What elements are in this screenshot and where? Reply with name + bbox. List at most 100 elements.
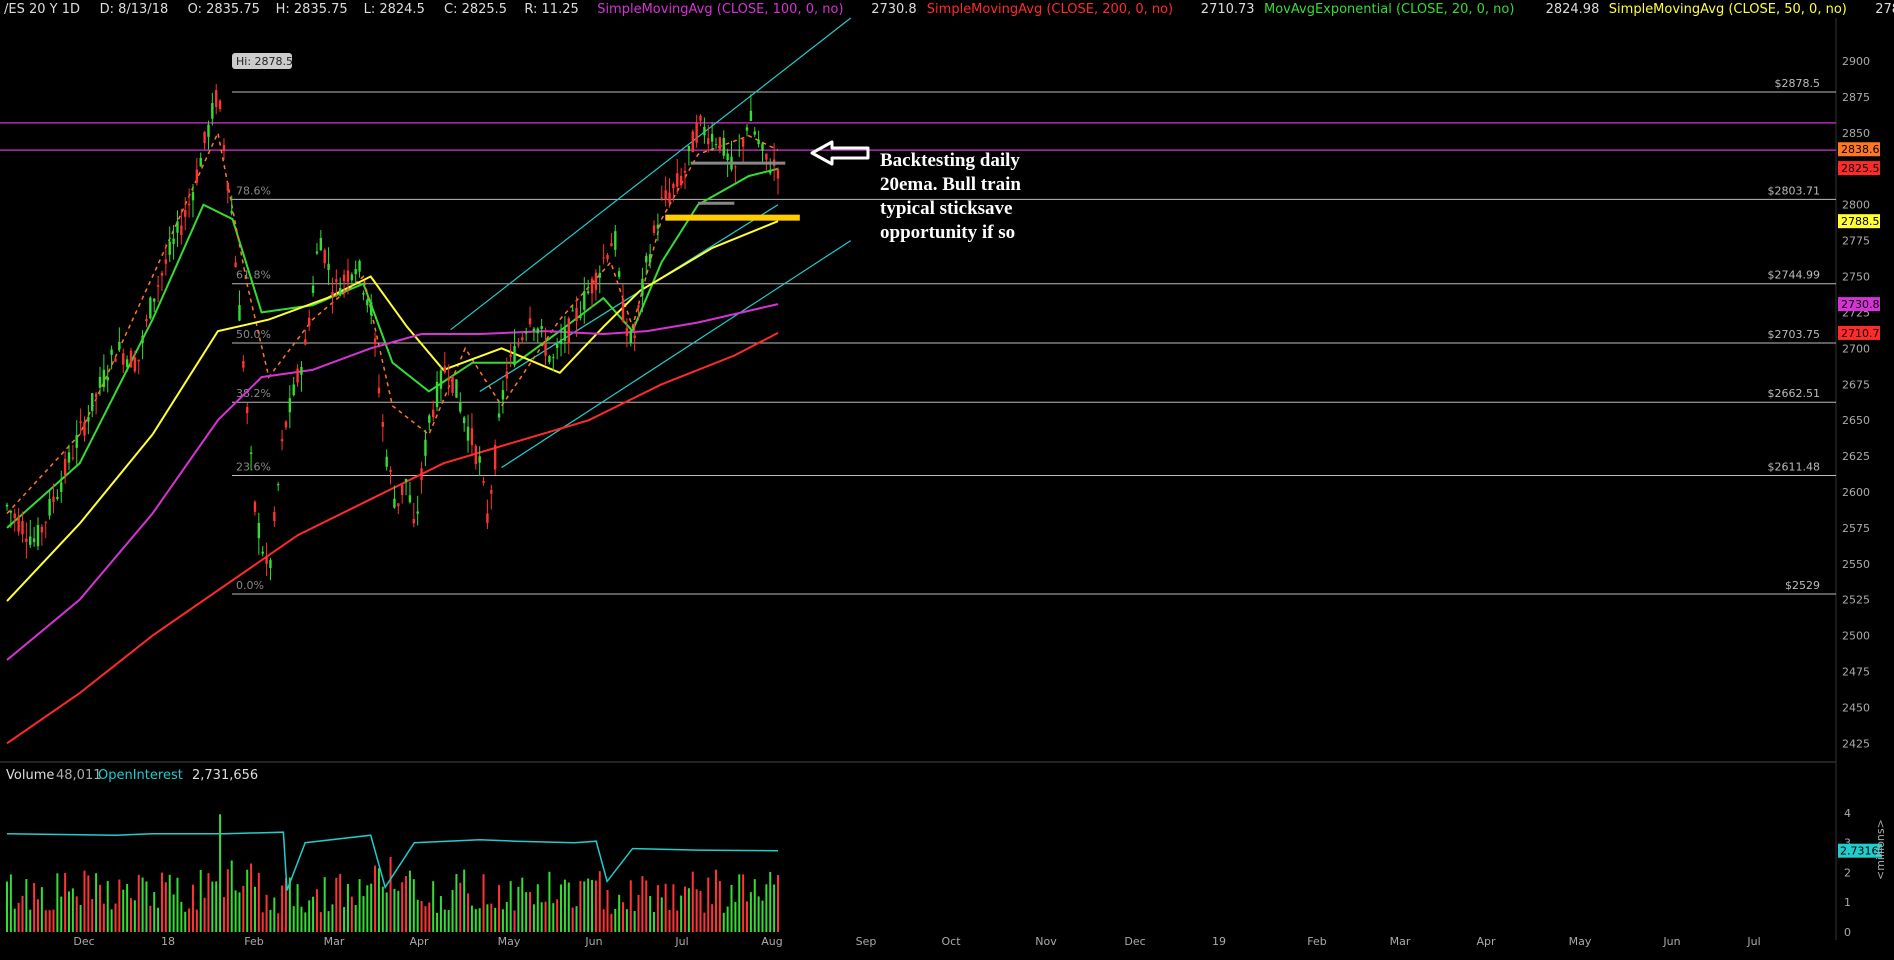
level-label: $2703.75	[1768, 328, 1821, 341]
candle-body	[125, 359, 129, 367]
time-tick: Mar	[324, 935, 345, 948]
study-value: 2730.8	[871, 2, 917, 17]
volume-bar	[13, 908, 16, 932]
volume-bar	[544, 901, 547, 932]
candle-body	[703, 126, 706, 136]
candle-body	[335, 279, 338, 282]
candle-body	[60, 482, 63, 492]
volume-bar	[594, 880, 597, 932]
volume-bar	[653, 912, 656, 932]
price-chart[interactable]: /ES 20 Y 1D D: 8/13/18 O: 2835.75 H: 2835.7…	[0, 0, 1894, 956]
candle-body	[246, 406, 249, 414]
volume-bar	[370, 883, 373, 932]
volume-bar	[17, 902, 20, 932]
candle-body	[490, 490, 493, 494]
volume-bar	[521, 877, 524, 932]
candle-body	[679, 175, 683, 186]
candle-body	[420, 468, 423, 481]
candle-body	[184, 210, 187, 217]
candle-body	[451, 376, 454, 393]
volume-bar	[761, 900, 764, 932]
candle-body	[168, 241, 171, 255]
volume-bar	[490, 903, 493, 932]
candle-body	[761, 143, 764, 152]
candle-body	[400, 484, 404, 496]
volume-bar	[157, 907, 160, 932]
volume-bar	[296, 884, 299, 932]
volume-bar	[687, 888, 690, 932]
volume-bar	[160, 872, 163, 932]
volume-bar	[443, 909, 446, 932]
open-interest-line	[6, 831, 779, 891]
candle-body	[439, 370, 443, 389]
candle-body	[753, 131, 756, 135]
time-tick: Feb	[244, 935, 263, 948]
candle-body	[536, 328, 539, 334]
volume-bar	[52, 909, 55, 932]
candle-body	[633, 335, 636, 339]
time-tick: Aug	[761, 935, 782, 948]
candle-body	[757, 139, 760, 145]
volume-bar	[238, 892, 241, 932]
price-tick: 2625	[1842, 450, 1870, 463]
study-label: SimpleMovingAvg (CLOSE, 200, 0, no)	[927, 2, 1173, 17]
candle-body	[133, 357, 137, 372]
header-field: O: 2835.75	[188, 2, 260, 17]
candle-body	[621, 298, 625, 322]
candle-body	[172, 238, 175, 244]
chart-canvas[interactable]: /ES 20 Y 1D D: 8/13/18 O: 2835.75 H: 2835.7…	[0, 0, 1894, 956]
volume-bar	[602, 909, 605, 932]
volume-bar	[525, 892, 528, 932]
volume-bar	[331, 904, 334, 932]
candle-body	[586, 291, 590, 294]
volume-bar	[95, 873, 98, 932]
volume-bar	[207, 873, 210, 932]
volume-bar	[482, 874, 485, 932]
volume-bar	[230, 860, 233, 932]
time-tick: Apr	[409, 935, 429, 948]
candle-body	[218, 100, 222, 110]
level-label: $2611.48	[1768, 460, 1821, 473]
candle-body	[575, 307, 578, 322]
candle-body	[9, 510, 13, 513]
candle-body	[350, 274, 354, 281]
candle-body	[145, 319, 148, 322]
candle-body	[377, 387, 381, 394]
volume-bar	[176, 877, 179, 932]
candle-body	[234, 262, 237, 268]
candle-body	[199, 157, 202, 167]
volume-bar	[529, 891, 532, 932]
candle-body	[478, 456, 481, 463]
volume-bar	[552, 903, 555, 932]
fib-label: 61.8%	[236, 269, 271, 282]
volume-bar	[474, 909, 477, 932]
candle-body	[474, 446, 477, 464]
candle-body	[203, 131, 206, 144]
candle-body	[517, 344, 520, 346]
ma-line	[6, 167, 779, 529]
support-zone-bar	[665, 214, 800, 221]
volume-bar	[308, 900, 311, 932]
volume-bar	[126, 884, 129, 932]
high-label: Hi: 2878.5	[232, 53, 293, 69]
candle-body	[765, 153, 768, 160]
volume-bar	[36, 899, 39, 932]
volume-bar	[64, 873, 67, 932]
volume-bar	[478, 908, 481, 932]
volume-bar	[168, 874, 171, 932]
volume-bar	[211, 881, 214, 932]
volume-bar	[33, 882, 36, 932]
candle-body	[598, 272, 601, 278]
annotation-line-4: opportunity if so	[880, 222, 1015, 243]
ma-line	[6, 130, 779, 515]
volume-bar	[405, 876, 408, 932]
price-tick: 2575	[1842, 522, 1870, 535]
volume-bar	[71, 888, 74, 932]
volume-bar	[711, 904, 714, 932]
candle-body	[501, 390, 505, 400]
volume-bar	[257, 872, 260, 932]
candle-body	[521, 337, 524, 341]
candle-body	[338, 288, 342, 296]
volume-bar	[625, 909, 628, 932]
volume-bar	[323, 877, 326, 932]
